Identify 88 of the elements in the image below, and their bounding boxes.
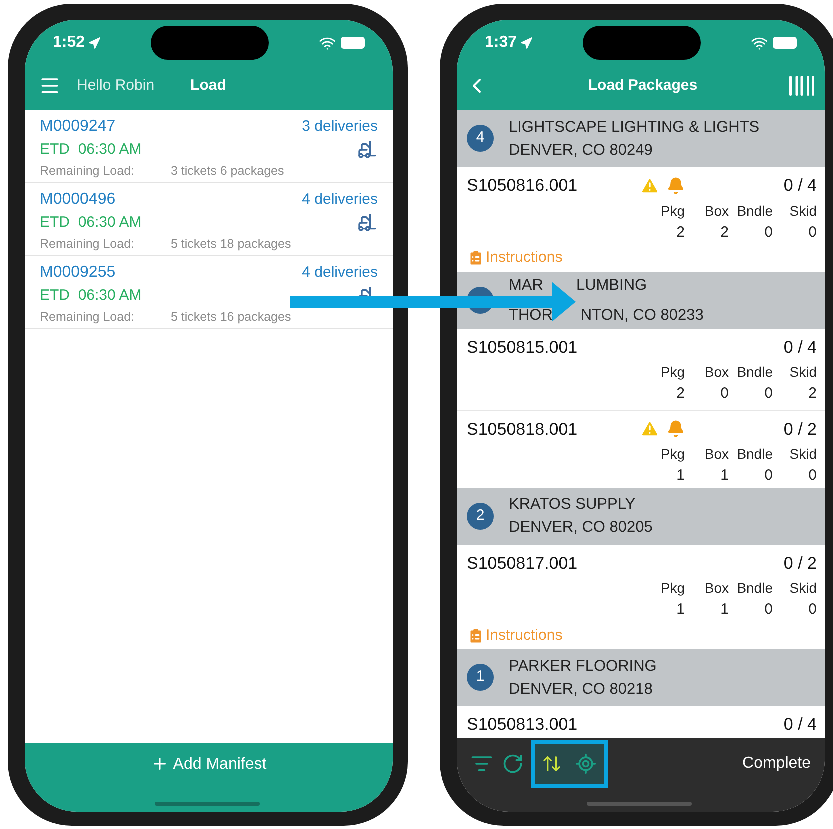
stop-name: LUMBING <box>576 276 648 294</box>
complete-button[interactable]: Complete <box>742 752 811 776</box>
loaded-count: 0 / 2 <box>784 552 817 574</box>
battery-icon <box>341 37 365 49</box>
status-time: 1:37 <box>485 33 518 53</box>
ticket-id: S1050817.001 <box>467 552 579 574</box>
etd-time: ETD 06:30 AM <box>40 140 142 160</box>
stop-badge: 1 <box>467 664 494 691</box>
column-value: 2 <box>676 222 685 242</box>
column-value: 0 <box>764 600 773 620</box>
forklift-icon <box>356 213 378 234</box>
stop-name: MAR <box>509 276 544 294</box>
column-label: Box <box>704 445 729 464</box>
location-icon <box>520 36 534 50</box>
column-value: 2 <box>676 384 685 404</box>
loaded-count: 0 / 4 <box>784 336 817 358</box>
locate-icon[interactable] <box>575 753 598 775</box>
remaining-load: 5 tickets 16 packages <box>171 308 292 326</box>
etd-time: ETD 06:30 AM <box>40 213 142 233</box>
stop-address: DENVER, CO 80205 <box>509 518 653 538</box>
ticket-row[interactable]: S1050815.001 0 / 4 Pkg 2 Box 0 Bndle 0 Skid 2 <box>457 328 825 410</box>
column-label: Skid <box>790 202 817 220</box>
column-value: 1 <box>676 466 685 486</box>
stop-name: LIGHTSCAPE LIGHTING & LIGHTS <box>509 118 760 138</box>
remaining-label: Remaining Load: <box>40 308 136 326</box>
column-value: 0 <box>720 384 729 404</box>
column-value: 1 <box>720 466 729 486</box>
column-label: Pkg <box>660 579 685 598</box>
manifest-id: M0009247 <box>40 117 116 137</box>
column-label: Pkg <box>660 363 685 382</box>
column-label: Pkg <box>660 202 685 221</box>
column-value: 0 <box>764 466 773 486</box>
ticket-id: S1050816.001 <box>467 175 579 197</box>
stop-address: DENVER, CO 80218 <box>509 680 654 700</box>
forklift-icon <box>356 140 378 160</box>
delivery-count: 4 deliveries <box>302 262 378 283</box>
ticket-id: S1050818.001 <box>467 418 579 440</box>
battery-icon <box>773 37 797 49</box>
column-label: Skid <box>790 579 817 598</box>
screen-title: Load <box>190 76 226 96</box>
stop-name: PARKER FLOORING <box>509 656 657 676</box>
stop-badge: 4 <box>467 125 494 152</box>
column-value: 0 <box>808 600 817 620</box>
column-value: 0 <box>764 222 773 242</box>
column-label: Box <box>704 363 729 382</box>
remaining-label: Remaining Load: <box>40 236 136 253</box>
remaining-label: Remaining Load: <box>40 162 136 180</box>
column-value: 1 <box>676 600 685 620</box>
stop-name: KRATOS SUPPLY <box>509 495 637 515</box>
stop-address: THOR <box>509 306 553 324</box>
column-label: Bndle <box>737 579 773 598</box>
column-label: Pkg <box>660 445 685 464</box>
column-label: Bndle <box>737 202 773 220</box>
stop-address: DENVER, CO 80249 <box>509 140 654 160</box>
greeting: Hello Robin <box>77 76 155 96</box>
refresh-icon[interactable] <box>502 753 524 775</box>
column-label: Skid <box>790 363 817 382</box>
status-time: 1:52 <box>53 33 86 53</box>
column-value: 1 <box>720 600 729 620</box>
column-label: Skid <box>790 445 817 464</box>
loaded-count: 0 / 4 <box>784 714 817 736</box>
column-label: Bndle <box>737 363 773 382</box>
loaded-count: 0 / 4 <box>784 175 817 197</box>
delivery-count: 4 deliveries <box>302 190 378 210</box>
etd-time: ETD 06:30 AM <box>40 286 142 306</box>
manifest-item[interactable]: M0000496 4 deliveries ETD 06:30 AM Remaining Load: 5 tickets 18 packages <box>25 183 393 256</box>
screen-title: Load Packages <box>588 76 698 96</box>
manifest-id: M0009255 <box>40 263 116 283</box>
stop-address: NTON, CO 80233 <box>580 306 704 324</box>
delivery-count: 3 deliveries <box>302 116 378 137</box>
column-value: 0 <box>808 222 817 242</box>
column-value: 0 <box>764 384 773 404</box>
sort-icon[interactable] <box>542 754 562 774</box>
column-label: Box <box>704 202 729 220</box>
column-value: 2 <box>720 222 729 242</box>
column-value: 0 <box>808 466 817 486</box>
location-icon <box>88 36 102 50</box>
ticket-id: S1050815.001 <box>467 336 579 358</box>
manifest-id: M0000496 <box>40 190 116 210</box>
remaining-load: 5 tickets 18 packages <box>171 236 292 253</box>
column-label: Bndle <box>737 445 773 464</box>
column-label: Box <box>704 579 729 598</box>
stop-badge: 2 <box>467 502 494 530</box>
column-value: 2 <box>808 384 817 404</box>
manifest-item[interactable]: M0009247 3 deliveries ETD 06:30 AM Remaining Load: 3 tickets 6 packages <box>25 110 393 183</box>
remaining-load: 3 tickets 6 packages <box>171 162 284 180</box>
loaded-count: 0 / 2 <box>784 418 817 440</box>
ticket-id: S1050813.001 <box>467 714 579 736</box>
